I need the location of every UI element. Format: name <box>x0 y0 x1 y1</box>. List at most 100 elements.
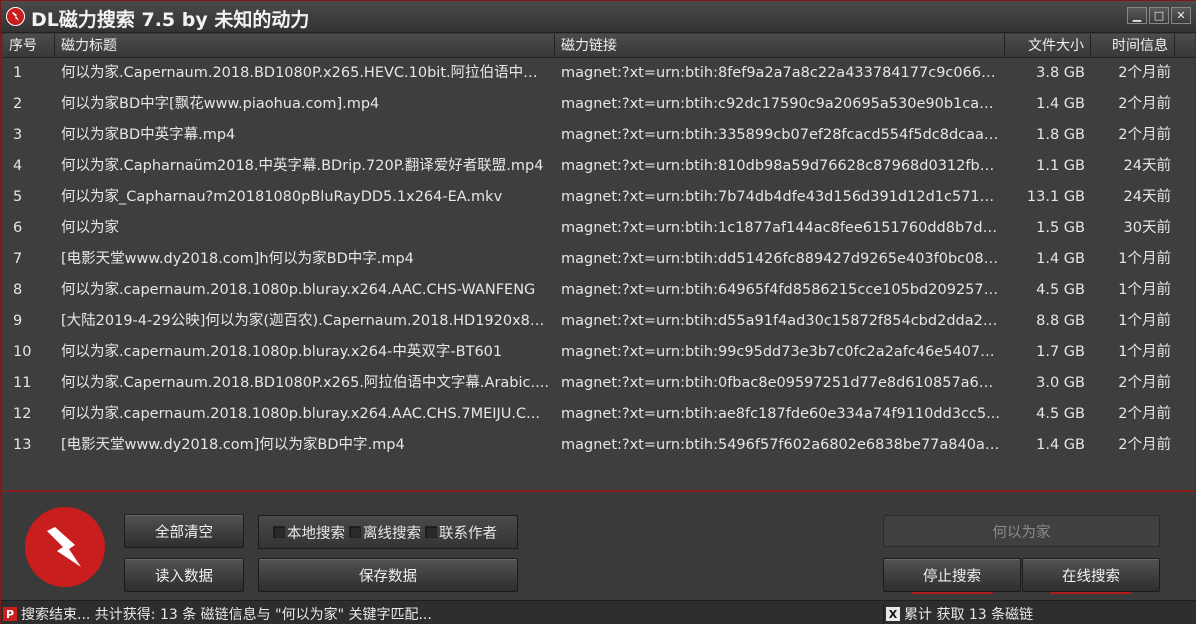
maximize-button[interactable]: □ <box>1149 7 1169 24</box>
row-size: 3.8 GB <box>1036 65 1085 81</box>
row-time: 30天前 <box>1123 220 1171 236</box>
row-link: magnet:?xt=urn:btih:0fbac8e09597251d77e8… <box>561 375 1001 391</box>
table-header: 序号 磁力标题 磁力链接 文件大小 时间信息 <box>3 34 1195 58</box>
table-row[interactable]: 5 何以为家_Capharnau?m20181080pBluRayDD5.1x26… <box>3 182 1195 213</box>
row-size: 1.4 GB <box>1036 96 1085 112</box>
row-index: 8 <box>13 282 23 298</box>
row-link: magnet:?xt=urn:btih:1c1877af144ac8fee615… <box>561 220 1001 236</box>
row-title: [大陆2019-4-29公映]何以为家(迦百农).Capernaum.2018.… <box>61 313 551 329</box>
row-link: magnet:?xt=urn:btih:64965f4fd8586215cce1… <box>561 282 1001 298</box>
row-index: 7 <box>13 251 23 267</box>
header-size[interactable]: 文件大小 <box>1005 34 1091 58</box>
row-size: 1.5 GB <box>1036 220 1085 236</box>
table-body: 1 何以为家.Capernaum.2018.BD1080P.x265.HEVC.1… <box>3 58 1195 461</box>
status-right: X 累计 获取 13 条磁链 <box>883 604 1033 624</box>
row-time: 2个月前 <box>1118 65 1171 81</box>
status-bar: P 搜索结束... 共计获得: 13 条 磁链信息与 "何以为家" 关键字匹配.… <box>1 600 1196 624</box>
header-title[interactable]: 磁力标题 <box>55 34 555 58</box>
app-window: DL磁力搜索 7.5 by 未知的动力 ▁ □ ✕ 序号 磁力标题 磁力链接 文… <box>0 0 1196 624</box>
row-index: 12 <box>13 406 32 422</box>
table-row[interactable]: 11 何以为家.Capernaum.2018.BD1080P.x265.阿拉伯语中… <box>3 368 1195 399</box>
header-link[interactable]: 磁力链接 <box>555 34 1005 58</box>
contact-author-label: 联系作者 <box>439 525 497 542</box>
table-row[interactable]: 12 何以为家.capernaum.2018.1080p.bluray.x264.… <box>3 399 1195 430</box>
row-link: magnet:?xt=urn:btih:335899cb07ef28fcacd5… <box>561 127 1001 143</box>
status-message: 搜索结束... 共计获得: 13 条 磁链信息与 "何以为家" 关键字匹配... <box>21 607 432 623</box>
search-options: 本地搜索 离线搜索 联系作者 <box>258 515 518 549</box>
clear-all-button[interactable]: 全部清空 <box>124 514 244 548</box>
row-index: 5 <box>13 189 23 205</box>
row-time: 1个月前 <box>1118 251 1171 267</box>
row-size: 1.7 GB <box>1036 344 1085 360</box>
row-link: magnet:?xt=urn:btih:c92dc17590c9a20695a5… <box>561 96 1001 112</box>
table-row[interactable]: 4 何以为家.Capharnaüm2018.中英字幕.BDrip.720P.翻译爱… <box>3 151 1195 182</box>
row-index: 9 <box>13 313 23 329</box>
header-time[interactable]: 时间信息 <box>1091 34 1175 58</box>
row-size: 1.8 GB <box>1036 127 1085 143</box>
results-table: 序号 磁力标题 磁力链接 文件大小 时间信息 1 何以为家.Capernaum.2… <box>3 34 1195 492</box>
status-left: P 搜索结束... 共计获得: 13 条 磁链信息与 "何以为家" 关键字匹配.… <box>3 604 432 624</box>
row-title: 何以为家.Capernaum.2018.BD1080P.x265.阿拉伯语中文字… <box>61 375 549 391</box>
table-row[interactable]: 7 [电影天堂www.dy2018.com]h何以为家BD中字.mp4 magnet… <box>3 244 1195 275</box>
window-controls: ▁ □ ✕ <box>1127 7 1191 24</box>
row-title: 何以为家.capernaum.2018.1080p.bluray.x264-中英… <box>61 344 503 360</box>
row-link: magnet:?xt=urn:btih:7b74db4dfe43d156d391… <box>561 189 1001 205</box>
row-title: 何以为家.capernaum.2018.1080p.bluray.x264.AA… <box>61 282 536 298</box>
row-title: 何以为家.Capharnaüm2018.中英字幕.BDrip.720P.翻译爱好… <box>61 158 544 174</box>
keyword-input[interactable]: 何以为家 <box>883 515 1160 547</box>
minimize-button[interactable]: ▁ <box>1127 7 1147 24</box>
stop-search-button[interactable]: 停止搜索 <box>883 558 1021 594</box>
row-title: 何以为家 <box>61 220 119 236</box>
row-index: 13 <box>13 437 32 453</box>
row-size: 1.4 GB <box>1036 251 1085 267</box>
row-link: magnet:?xt=urn:btih:99c95dd73e3b7c0fc2a2… <box>561 344 1001 360</box>
row-link: magnet:?xt=urn:btih:5496f57f602a6802e683… <box>561 437 1001 453</box>
row-time: 2个月前 <box>1118 375 1171 391</box>
save-data-button[interactable]: 保存数据 <box>258 558 518 592</box>
row-link: magnet:?xt=urn:btih:8fef9a2a7a8c22a43378… <box>561 65 1001 81</box>
row-link: magnet:?xt=urn:btih:dd51426fc889427d9265… <box>561 251 1001 267</box>
table-row[interactable]: 1 何以为家.Capernaum.2018.BD1080P.x265.HEVC.1… <box>3 58 1195 89</box>
offline-search-label: 离线搜索 <box>363 525 421 542</box>
row-time: 24天前 <box>1123 158 1171 174</box>
header-idx[interactable]: 序号 <box>3 34 55 58</box>
offline-search-checkbox[interactable] <box>349 526 361 538</box>
row-title: 何以为家_Capharnau?m20181080pBluRayDD5.1x264… <box>61 189 503 205</box>
table-row[interactable]: 13 [电影天堂www.dy2018.com]何以为家BD中字.mp4 magnet… <box>3 430 1195 461</box>
row-size: 13.1 GB <box>1026 189 1085 205</box>
offline-search-option[interactable]: 离线搜索 <box>349 522 421 543</box>
status-flag-icon: P <box>3 607 17 621</box>
row-index: 2 <box>13 96 23 112</box>
close-button[interactable]: ✕ <box>1171 7 1191 24</box>
local-search-label: 本地搜索 <box>287 525 345 542</box>
app-logo-icon <box>6 7 25 26</box>
table-row[interactable]: 8 何以为家.capernaum.2018.1080p.bluray.x264.A… <box>3 275 1195 306</box>
row-size: 4.5 GB <box>1036 282 1085 298</box>
row-link: magnet:?xt=urn:btih:ae8fc187fde60e334a74… <box>561 406 1001 422</box>
load-data-button[interactable]: 读入数据 <box>124 558 244 592</box>
status-x-icon: X <box>886 607 900 621</box>
window-title: DL磁力搜索 7.5 by 未知的动力 <box>31 9 310 31</box>
online-search-button[interactable]: 在线搜索 <box>1022 558 1160 594</box>
contact-author-option[interactable]: 联系作者 <box>425 522 497 543</box>
row-size: 8.8 GB <box>1036 313 1085 329</box>
local-search-checkbox[interactable] <box>273 526 285 538</box>
row-link: magnet:?xt=urn:btih:d55a91f4ad30c15872f8… <box>561 313 1001 329</box>
contact-author-checkbox[interactable] <box>425 526 437 538</box>
local-search-option[interactable]: 本地搜索 <box>273 522 345 543</box>
row-title: 何以为家BD中字[飘花www.piaohua.com].mp4 <box>61 96 380 112</box>
row-size: 3.0 GB <box>1036 375 1085 391</box>
table-row[interactable]: 10 何以为家.capernaum.2018.1080p.bluray.x264-… <box>3 337 1195 368</box>
row-time: 1个月前 <box>1118 344 1171 360</box>
table-row[interactable]: 3 何以为家BD中英字幕.mp4 magnet:?xt=urn:btih:33589… <box>3 120 1195 151</box>
row-title: [电影天堂www.dy2018.com]h何以为家BD中字.mp4 <box>61 251 414 267</box>
title-bar[interactable]: DL磁力搜索 7.5 by 未知的动力 ▁ □ ✕ <box>1 1 1196 33</box>
row-index: 10 <box>13 344 32 360</box>
row-title: 何以为家BD中英字幕.mp4 <box>61 127 236 143</box>
row-time: 2个月前 <box>1118 437 1171 453</box>
row-time: 2个月前 <box>1118 127 1171 143</box>
row-index: 4 <box>13 158 23 174</box>
table-row[interactable]: 2 何以为家BD中字[飘花www.piaohua.com].mp4 magnet:?… <box>3 89 1195 120</box>
table-row[interactable]: 9 [大陆2019-4-29公映]何以为家(迦百农).Capernaum.2018… <box>3 306 1195 337</box>
table-row[interactable]: 6 何以为家 magnet:?xt=urn:btih:1c1877af144ac8f… <box>3 213 1195 244</box>
